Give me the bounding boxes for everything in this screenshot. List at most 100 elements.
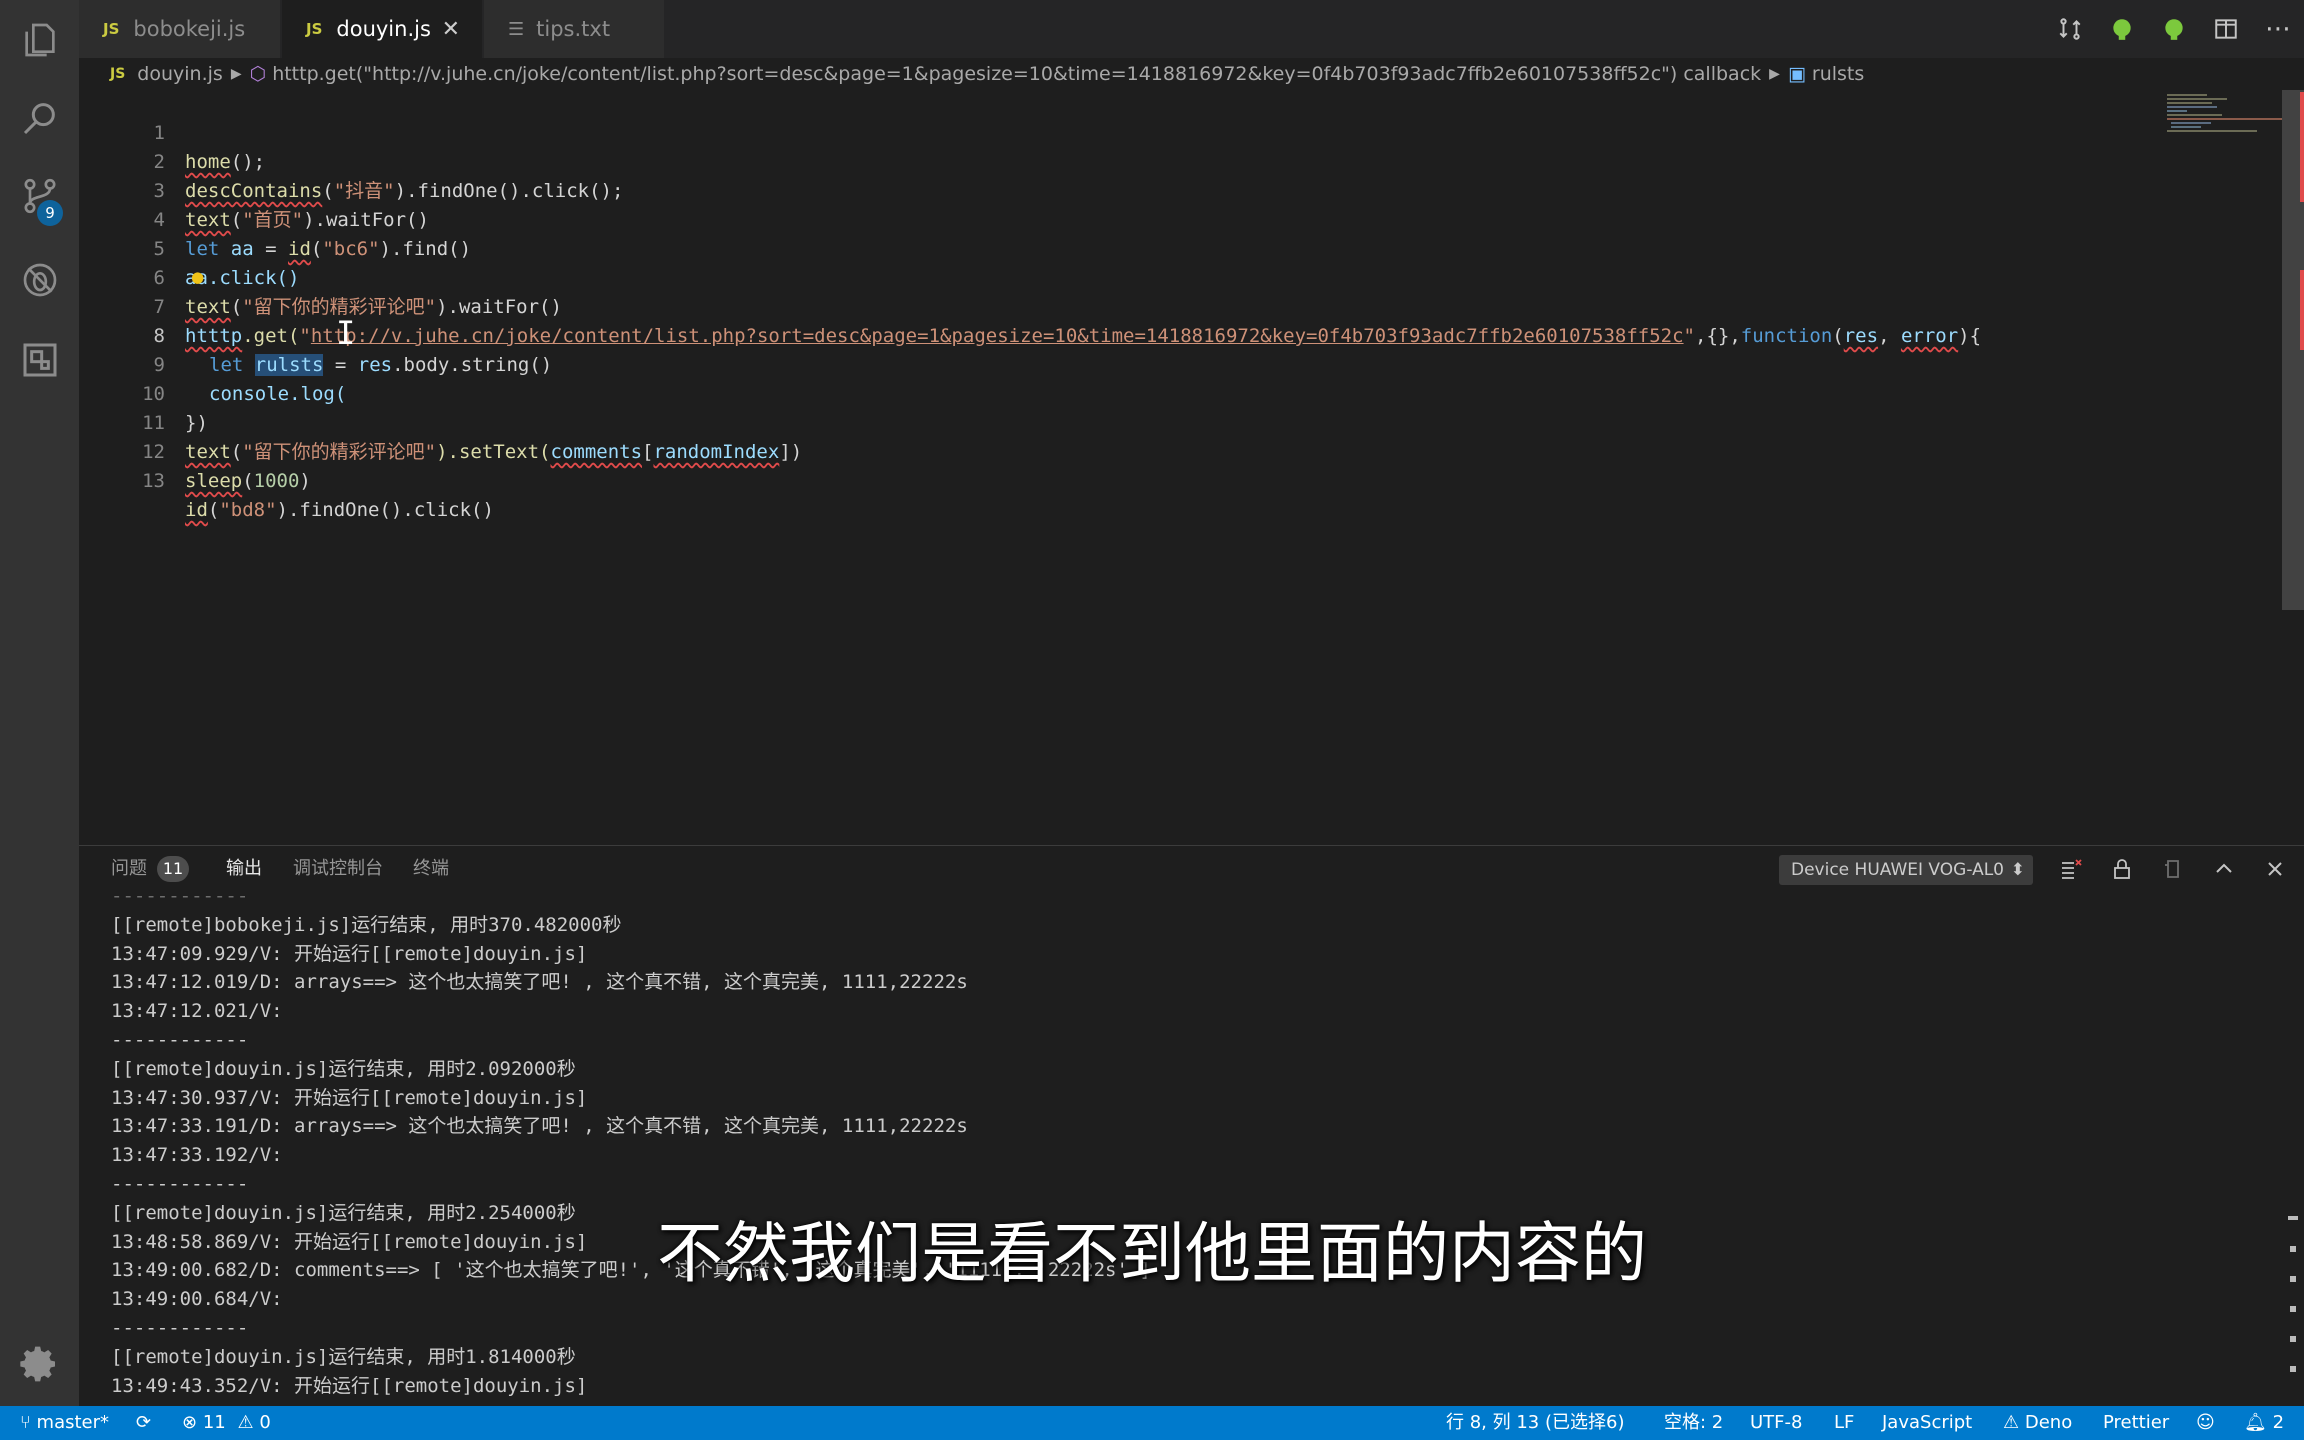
deno-label: Deno [2024, 1412, 2073, 1433]
branch-label: master* [36, 1412, 110, 1433]
chevron-up-icon[interactable] [2207, 852, 2241, 886]
chevron-updown-icon: ⬍ [2010, 860, 2025, 880]
code-line: 3 text("首页").waitFor() [79, 148, 2059, 231]
error-icon: ⊗ [182, 1412, 198, 1433]
js-file-icon: JS [103, 20, 120, 38]
lock-icon[interactable] [2105, 852, 2139, 886]
branch-icon: ⑂ [20, 1412, 31, 1433]
error-marker [2300, 92, 2304, 202]
error-marker [2300, 270, 2304, 350]
log-line: 13:47:12.021/V: [111, 1000, 283, 1023]
code-line: 10 }) [79, 351, 2059, 434]
code-token: ) [299, 470, 311, 492]
error-count: 11 [202, 1412, 226, 1433]
search-icon[interactable] [16, 94, 63, 141]
scm-badge: 9 [37, 200, 63, 226]
device-select-value: Device HUAWEI VOG-AL0 [1791, 860, 2004, 880]
chevron-right-icon: ▶ [1769, 66, 1780, 82]
problems-summary[interactable]: ⊗ 11 ⚠ 0 [182, 1406, 271, 1440]
run-alt-icon[interactable] [2148, 0, 2200, 58]
gear-icon[interactable] [16, 1340, 63, 1387]
log-line: ------------ [111, 885, 249, 907]
close-panel-icon[interactable] [2258, 852, 2292, 886]
code-line: 5 aa.click() [79, 206, 2059, 289]
indentation[interactable]: 空格: 2 [1664, 1406, 1723, 1440]
chevron-right-icon: ▶ [230, 66, 242, 82]
feedback-icon[interactable]: ☺ [2196, 1406, 2215, 1440]
log-line: 13:47:33.192/V: [111, 1144, 283, 1167]
log-line: 13:47:33.191/D: arrays==> 这个也太搞笑了吧! , 这个… [111, 1115, 968, 1138]
warning-count: 0 [259, 1412, 271, 1433]
compare-changes-icon[interactable] [2044, 0, 2096, 58]
code-line: 4 let aa = id("bc6").find() [79, 177, 2059, 260]
tab-bar: JS bobokeji.js JS douyin.js ✕ ☰ tips.txt… [79, 0, 2304, 58]
code-line: 1 home(); [79, 90, 2059, 173]
warning-icon: ⚠ [237, 1412, 254, 1433]
line-ending[interactable]: LF [1834, 1406, 1854, 1440]
code-line: 12 sleep(1000) [79, 409, 2059, 492]
tab-label: tips.txt [536, 17, 611, 41]
text-cursor-icon: I [336, 314, 356, 352]
bell-icon: 🔔︎ [2244, 1412, 2267, 1433]
encoding[interactable]: UTF-8 [1750, 1406, 1802, 1440]
device-select[interactable]: Device HUAWEI VOG-AL0 ⬍ [1779, 855, 2033, 885]
code-editor[interactable]: 1 home(); 2 descContains("抖音").findOne()… [79, 90, 2304, 845]
tab-label: 问题 [111, 858, 147, 879]
notifications[interactable]: 🔔︎ 2 [2244, 1406, 2284, 1440]
tab-douyin[interactable]: JS douyin.js ✕ [282, 0, 482, 58]
explorer-icon[interactable] [16, 16, 63, 63]
tab-tips[interactable]: ☰ tips.txt [484, 0, 664, 58]
code-token: sleep [185, 470, 243, 492]
lightbulb-icon[interactable]: ● [191, 268, 204, 286]
cursor-position[interactable]: 行 8, 列 13 (已选择6) [1446, 1406, 1624, 1440]
log-line: 13:47:12.019/D: arrays==> 这个也太搞笑了吧! , 这个… [111, 971, 968, 994]
warning-icon: ⚠ [2003, 1412, 2020, 1433]
text-file-icon: ☰ [508, 18, 525, 40]
notification-count: 2 [2272, 1412, 2285, 1433]
variable-icon: ▣ [1787, 63, 1806, 85]
problems-count-badge: 11 [157, 856, 189, 882]
log-line: ------------ [111, 1172, 249, 1195]
code-line: 6 text("留下你的精彩评论吧").waitFor() [79, 235, 2059, 318]
tab-label: douyin.js [336, 17, 431, 41]
code-line: 8 let rulsts = res.body.string() [79, 293, 2059, 376]
prettier-status[interactable]: Prettier [2103, 1406, 2169, 1440]
log-line: 13:47:30.937/V: 开始运行[[remote]douyin.js] [111, 1086, 588, 1109]
debug-icon[interactable] [16, 256, 63, 303]
language-mode[interactable]: JavaScript [1882, 1406, 1972, 1440]
breadcrumb-variable[interactable]: rulsts [1812, 63, 1864, 85]
code-token: "bd8" [219, 499, 277, 521]
log-line: [[remote]douyin.js]运行结束, 用时1.814000秒 [111, 1345, 576, 1368]
code-token: id [185, 499, 208, 521]
tab-bobokeji[interactable]: JS bobokeji.js [79, 0, 280, 58]
output-log: ------------ [[remote]bobokeji.js]运行结束, … [111, 885, 2241, 1400]
run-icon[interactable] [2096, 0, 2148, 58]
video-subtitle: 不然我们是看不到他里面的内容的 [657, 1215, 1647, 1292]
log-line: [[remote]bobokeji.js]运行结束, 用时370.482000秒 [111, 913, 622, 936]
tab-label: bobokeji.js [133, 17, 246, 41]
bottom-panel: 问题 11 输出 调试控制台 终端 Device HUAWEI VOG-AL0 ⬍… [79, 845, 2304, 1407]
code-line: 2 descContains("抖音").findOne().click(); [79, 119, 2059, 202]
breadcrumb-symbol[interactable]: htttp.get("http://v.juhe.cn/joke/content… [272, 63, 1761, 85]
clear-output-icon[interactable] [2054, 852, 2088, 886]
js-file-icon: JS [110, 66, 126, 82]
log-line: [[remote]douyin.js]运行结束, 用时2.092000秒 [111, 1057, 576, 1080]
more-actions-icon[interactable]: ⋯ [2252, 0, 2304, 58]
editor-actions: ⋯ [2044, 0, 2304, 58]
status-bar: ⑂ master* ⟳ ⊗ 11 ⚠ 0 行 8, 列 13 (已选择6) 空格… [0, 1406, 2304, 1440]
breadcrumb: JS douyin.js ▶ ⬡ htttp.get("http://v.juh… [110, 60, 2290, 88]
open-log-icon[interactable] [2156, 852, 2190, 886]
split-editor-icon[interactable] [2200, 0, 2252, 58]
extensions-icon[interactable] [16, 336, 63, 383]
code-line: 11 text("留下你的精彩评论吧").setText(comments[ra… [79, 380, 2059, 463]
git-branch[interactable]: ⑂ master* [20, 1406, 109, 1440]
sync-icon[interactable]: ⟳ [136, 1406, 151, 1440]
log-line: 13:47:09.929/V: 开始运行[[remote]douyin.js] [111, 942, 588, 965]
log-line: ------------ [111, 1316, 249, 1339]
code-token: ).findOne().click() [276, 499, 494, 521]
code-token: ( [207, 499, 220, 521]
breadcrumb-file[interactable]: douyin.js [137, 63, 223, 85]
log-line: 13:49:43.352/V: 开始运行[[remote]douyin.js] [111, 1374, 588, 1397]
close-icon[interactable]: ✕ [442, 17, 460, 42]
deno-status[interactable]: ⚠ Deno [2003, 1406, 2072, 1440]
